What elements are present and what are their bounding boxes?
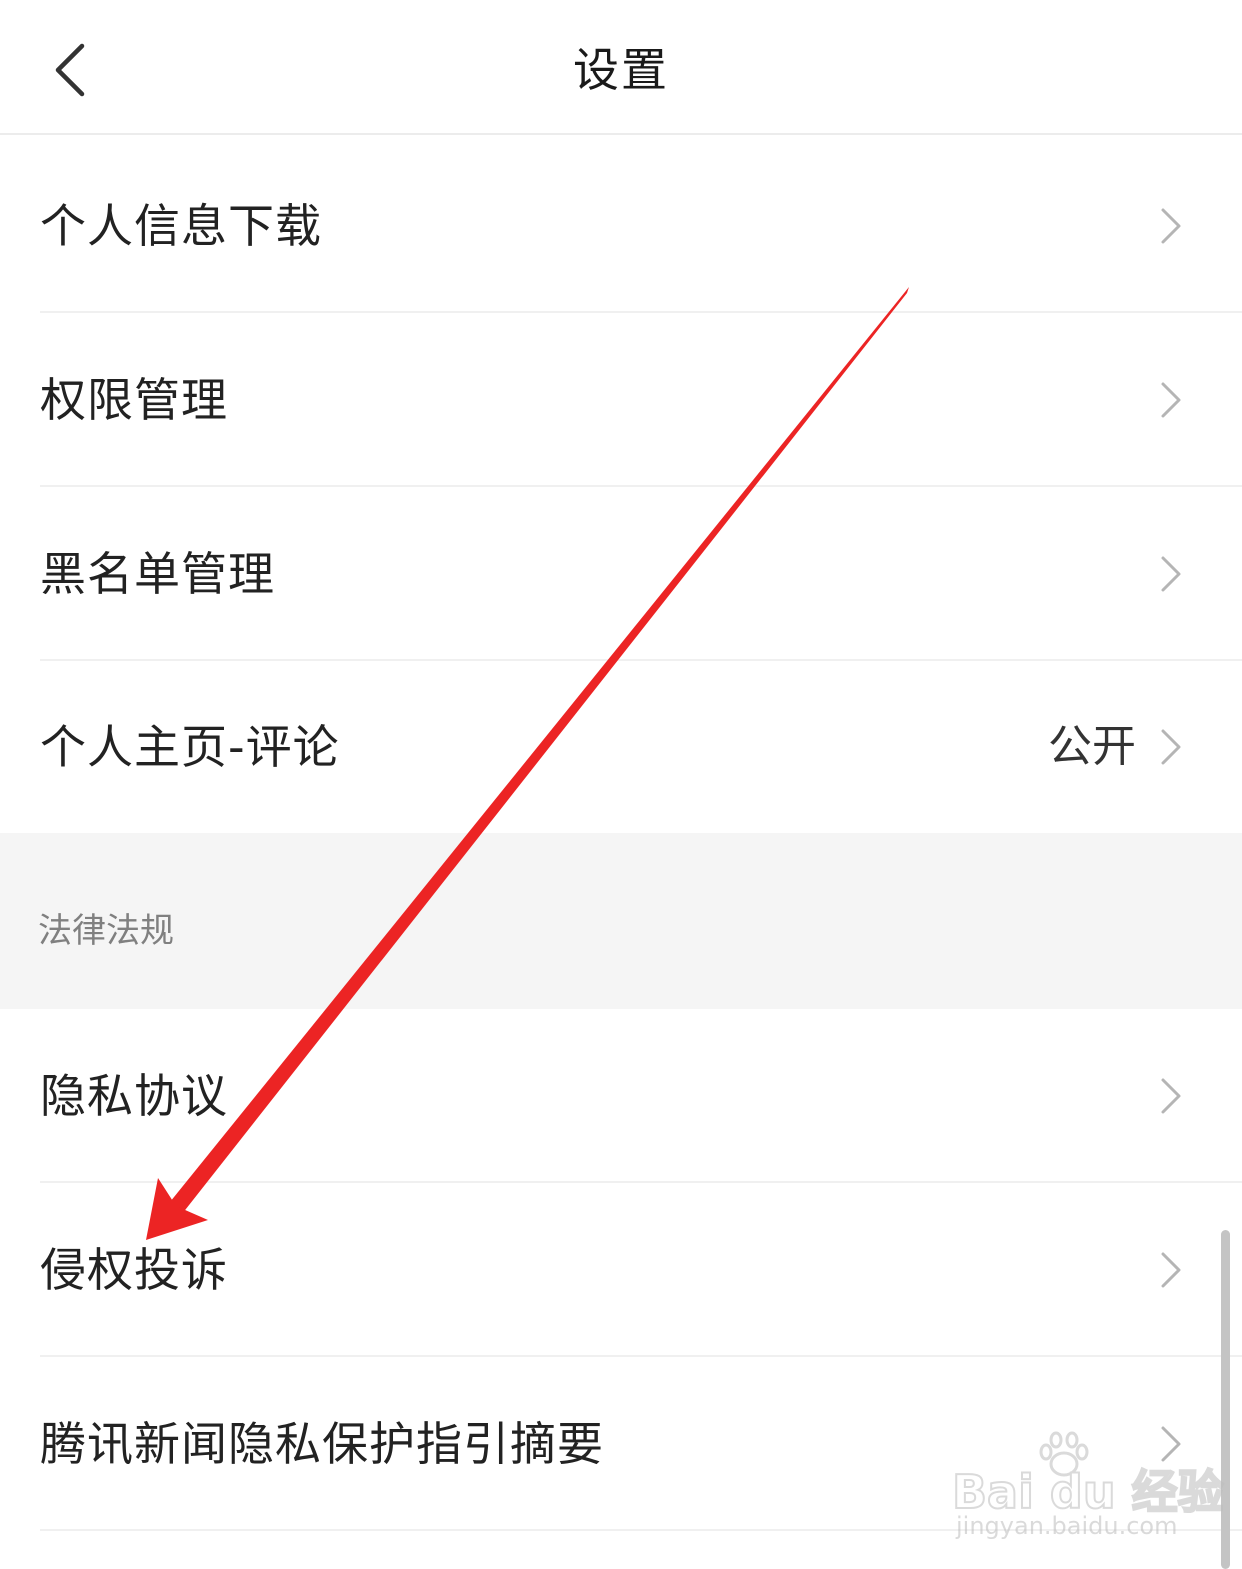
settings-item-homepage-comments[interactable]: 个人主页-评论 公开 xyxy=(0,660,1242,834)
settings-item-label: 个人主页-评论 xyxy=(40,720,340,774)
settings-item-privacy-guide-summary[interactable]: 腾讯新闻隐私保护指引摘要 xyxy=(0,1357,1242,1531)
divider xyxy=(40,1529,1242,1531)
section-title-legal: 法律法规 xyxy=(38,911,174,951)
chevron-right-icon xyxy=(1161,1426,1181,1462)
settings-item-privacy-agreement[interactable]: 隐私协议 xyxy=(0,1009,1242,1183)
settings-item-label: 隐私协议 xyxy=(40,1069,228,1123)
section-header-background xyxy=(0,833,1242,1009)
settings-item-permission-management[interactable]: 权限管理 xyxy=(0,313,1242,487)
settings-item-label: 侵权投诉 xyxy=(40,1243,228,1297)
chevron-right-icon xyxy=(1161,382,1181,418)
chevron-right-icon xyxy=(1161,729,1181,765)
settings-item-blacklist-management[interactable]: 黑名单管理 xyxy=(0,487,1242,661)
chevron-right-icon xyxy=(1161,1252,1181,1288)
chevron-right-icon xyxy=(1161,1078,1181,1114)
settings-item-personal-info-download[interactable]: 个人信息下载 xyxy=(0,139,1242,313)
settings-item-label: 个人信息下载 xyxy=(40,199,322,253)
chevron-right-icon xyxy=(1161,556,1181,592)
chevron-right-icon xyxy=(1161,208,1181,244)
page-title: 设置 xyxy=(573,43,669,97)
settings-item-label: 腾讯新闻隐私保护指引摘要 xyxy=(40,1417,604,1471)
settings-item-label: 黑名单管理 xyxy=(40,547,275,601)
settings-item-value: 公开 xyxy=(1048,721,1136,772)
scrollbar-thumb[interactable] xyxy=(1221,1230,1230,1569)
header-bar: 设置 xyxy=(0,0,1242,135)
settings-item-infringement-complaint[interactable]: 侵权投诉 xyxy=(0,1183,1242,1357)
settings-item-label: 权限管理 xyxy=(40,373,228,427)
